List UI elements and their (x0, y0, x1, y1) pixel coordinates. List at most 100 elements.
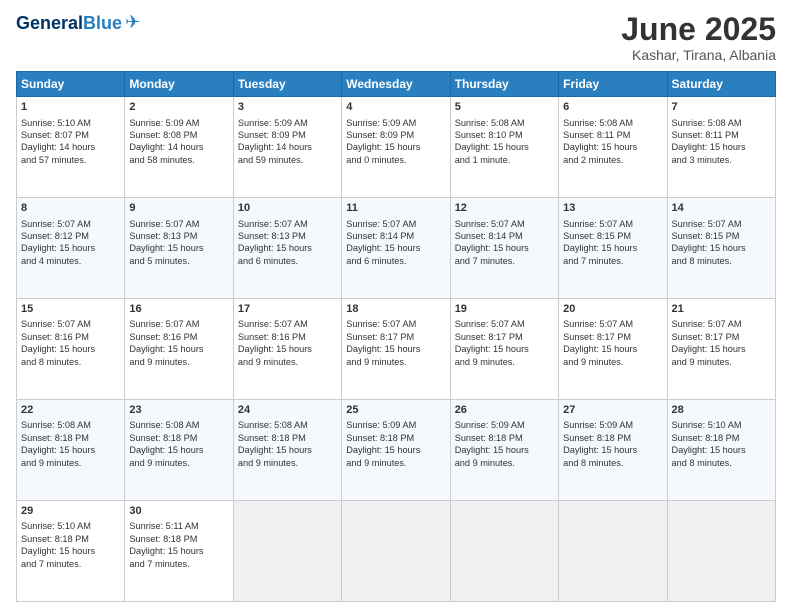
day-number: 26 (455, 403, 554, 418)
header: GeneralBlue ✈ June 2025 Kashar, Tirana, … (16, 12, 776, 63)
day-number: 18 (346, 302, 445, 317)
day-number: 30 (129, 504, 228, 519)
day-info: Sunrise: 5:09 AM Sunset: 8:18 PM Dayligh… (346, 419, 445, 469)
calendar-cell: 24Sunrise: 5:08 AM Sunset: 8:18 PM Dayli… (233, 400, 341, 501)
calendar-cell: 20Sunrise: 5:07 AM Sunset: 8:17 PM Dayli… (559, 299, 667, 400)
day-info: Sunrise: 5:07 AM Sunset: 8:16 PM Dayligh… (238, 318, 337, 368)
day-number: 25 (346, 403, 445, 418)
calendar-cell: 1 Sunrise: 5:10 AM Sunset: 8:07 PM Daylig… (17, 97, 125, 198)
day-number: 22 (21, 403, 120, 418)
day-info: Sunrise: 5:09 AM Sunset: 8:08 PM Dayligh… (129, 117, 228, 167)
calendar-cell: 26Sunrise: 5:09 AM Sunset: 8:18 PM Dayli… (450, 400, 558, 501)
calendar-cell: 18Sunrise: 5:07 AM Sunset: 8:17 PM Dayli… (342, 299, 450, 400)
day-info: Sunrise: 5:10 AM Sunset: 8:18 PM Dayligh… (672, 419, 771, 469)
calendar-cell: 28Sunrise: 5:10 AM Sunset: 8:18 PM Dayli… (667, 400, 775, 501)
calendar-cell (450, 501, 558, 602)
day-info: Sunrise: 5:08 AM Sunset: 8:11 PM Dayligh… (672, 117, 771, 167)
calendar-cell (342, 501, 450, 602)
calendar-cell: 15Sunrise: 5:07 AM Sunset: 8:16 PM Dayli… (17, 299, 125, 400)
day-number: 1 (21, 100, 120, 115)
day-number: 20 (563, 302, 662, 317)
day-number: 3 (238, 100, 337, 115)
calendar-cell: 12Sunrise: 5:07 AM Sunset: 8:14 PM Dayli… (450, 198, 558, 299)
calendar-cell: 21Sunrise: 5:07 AM Sunset: 8:17 PM Dayli… (667, 299, 775, 400)
day-info: Sunrise: 5:07 AM Sunset: 8:15 PM Dayligh… (672, 218, 771, 268)
day-number: 23 (129, 403, 228, 418)
day-info: Sunrise: 5:07 AM Sunset: 8:16 PM Dayligh… (21, 318, 120, 368)
day-info: Sunrise: 5:09 AM Sunset: 8:18 PM Dayligh… (455, 419, 554, 469)
calendar-header-tuesday: Tuesday (233, 72, 341, 97)
day-number: 14 (672, 201, 771, 216)
day-info: Sunrise: 5:07 AM Sunset: 8:17 PM Dayligh… (346, 318, 445, 368)
title-block: June 2025 Kashar, Tirana, Albania (621, 12, 776, 63)
day-info: Sunrise: 5:08 AM Sunset: 8:11 PM Dayligh… (563, 117, 662, 167)
calendar-week-row: 29Sunrise: 5:10 AM Sunset: 8:18 PM Dayli… (17, 501, 776, 602)
day-number: 19 (455, 302, 554, 317)
calendar-cell: 11Sunrise: 5:07 AM Sunset: 8:14 PM Dayli… (342, 198, 450, 299)
day-number: 27 (563, 403, 662, 418)
day-number: 2 (129, 100, 228, 115)
calendar-header-row: SundayMondayTuesdayWednesdayThursdayFrid… (17, 72, 776, 97)
day-info: Sunrise: 5:08 AM Sunset: 8:18 PM Dayligh… (21, 419, 120, 469)
calendar-cell: 6 Sunrise: 5:08 AM Sunset: 8:11 PM Daylig… (559, 97, 667, 198)
logo-bird-icon: ✈ (125, 12, 140, 33)
location: Kashar, Tirana, Albania (621, 47, 776, 63)
calendar-cell: 22Sunrise: 5:08 AM Sunset: 8:18 PM Dayli… (17, 400, 125, 501)
day-info: Sunrise: 5:11 AM Sunset: 8:18 PM Dayligh… (129, 520, 228, 570)
calendar-cell: 3 Sunrise: 5:09 AM Sunset: 8:09 PM Daylig… (233, 97, 341, 198)
day-number: 10 (238, 201, 337, 216)
day-number: 8 (21, 201, 120, 216)
calendar-cell: 7 Sunrise: 5:08 AM Sunset: 8:11 PM Daylig… (667, 97, 775, 198)
calendar-header-friday: Friday (559, 72, 667, 97)
day-number: 6 (563, 100, 662, 115)
calendar-cell: 14 Sunrise: 5:07 AM Sunset: 8:15 PM Dayli… (667, 198, 775, 299)
day-info: Sunrise: 5:07 AM Sunset: 8:13 PM Dayligh… (129, 218, 228, 268)
day-number: 21 (672, 302, 771, 317)
calendar-cell: 27Sunrise: 5:09 AM Sunset: 8:18 PM Dayli… (559, 400, 667, 501)
calendar-header-sunday: Sunday (17, 72, 125, 97)
calendar-cell: 5 Sunrise: 5:08 AM Sunset: 8:10 PM Daylig… (450, 97, 558, 198)
day-number: 28 (672, 403, 771, 418)
calendar-cell: 13 Sunrise: 5:07 AM Sunset: 8:15 PM Dayli… (559, 198, 667, 299)
calendar-cell: 19Sunrise: 5:07 AM Sunset: 8:17 PM Dayli… (450, 299, 558, 400)
logo: GeneralBlue ✈ (16, 12, 140, 33)
day-number: 15 (21, 302, 120, 317)
day-number: 29 (21, 504, 120, 519)
day-number: 13 (563, 201, 662, 216)
day-info: Sunrise: 5:08 AM Sunset: 8:18 PM Dayligh… (129, 419, 228, 469)
day-number: 24 (238, 403, 337, 418)
day-info: Sunrise: 5:10 AM Sunset: 8:07 PM Dayligh… (21, 117, 120, 167)
calendar-header-thursday: Thursday (450, 72, 558, 97)
month-title: June 2025 (621, 12, 776, 47)
day-number: 11 (346, 201, 445, 216)
day-info: Sunrise: 5:07 AM Sunset: 8:17 PM Dayligh… (672, 318, 771, 368)
calendar-cell: 2 Sunrise: 5:09 AM Sunset: 8:08 PM Daylig… (125, 97, 233, 198)
day-number: 5 (455, 100, 554, 115)
day-info: Sunrise: 5:09 AM Sunset: 8:09 PM Dayligh… (346, 117, 445, 167)
page: GeneralBlue ✈ June 2025 Kashar, Tirana, … (0, 0, 792, 612)
calendar-cell: 8Sunrise: 5:07 AM Sunset: 8:12 PM Daylig… (17, 198, 125, 299)
calendar-cell: 16Sunrise: 5:07 AM Sunset: 8:16 PM Dayli… (125, 299, 233, 400)
calendar-week-row: 1 Sunrise: 5:10 AM Sunset: 8:07 PM Daylig… (17, 97, 776, 198)
day-number: 17 (238, 302, 337, 317)
calendar-week-row: 15Sunrise: 5:07 AM Sunset: 8:16 PM Dayli… (17, 299, 776, 400)
calendar-cell (559, 501, 667, 602)
day-info: Sunrise: 5:07 AM Sunset: 8:15 PM Dayligh… (563, 218, 662, 268)
day-info: Sunrise: 5:08 AM Sunset: 8:18 PM Dayligh… (238, 419, 337, 469)
day-info: Sunrise: 5:09 AM Sunset: 8:18 PM Dayligh… (563, 419, 662, 469)
calendar-cell: 9Sunrise: 5:07 AM Sunset: 8:13 PM Daylig… (125, 198, 233, 299)
day-number: 7 (672, 100, 771, 115)
logo-text: GeneralBlue (16, 14, 122, 32)
logo-general: General (16, 13, 83, 33)
calendar-cell: 17Sunrise: 5:07 AM Sunset: 8:16 PM Dayli… (233, 299, 341, 400)
day-info: Sunrise: 5:07 AM Sunset: 8:16 PM Dayligh… (129, 318, 228, 368)
calendar-header-saturday: Saturday (667, 72, 775, 97)
calendar-table: SundayMondayTuesdayWednesdayThursdayFrid… (16, 71, 776, 602)
day-info: Sunrise: 5:07 AM Sunset: 8:17 PM Dayligh… (455, 318, 554, 368)
calendar-cell: 23Sunrise: 5:08 AM Sunset: 8:18 PM Dayli… (125, 400, 233, 501)
calendar-cell: 29Sunrise: 5:10 AM Sunset: 8:18 PM Dayli… (17, 501, 125, 602)
day-info: Sunrise: 5:08 AM Sunset: 8:10 PM Dayligh… (455, 117, 554, 167)
calendar-week-row: 22Sunrise: 5:08 AM Sunset: 8:18 PM Dayli… (17, 400, 776, 501)
day-info: Sunrise: 5:09 AM Sunset: 8:09 PM Dayligh… (238, 117, 337, 167)
day-info: Sunrise: 5:07 AM Sunset: 8:14 PM Dayligh… (455, 218, 554, 268)
